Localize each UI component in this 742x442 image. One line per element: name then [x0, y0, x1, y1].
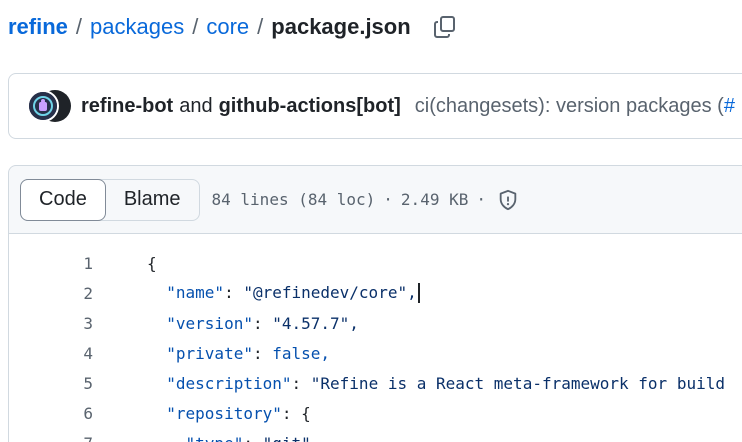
code-colon: :	[243, 434, 262, 442]
code-value: "Refine is a React meta-framework for bu…	[310, 373, 725, 393]
code-viewer[interactable]: 1 { 2 "name": "@refinedev/core", 3 "vers…	[8, 233, 742, 442]
avatar-refine-bot	[27, 90, 59, 122]
code-value: "4.57.7",	[272, 313, 359, 333]
shield-icon	[499, 189, 517, 210]
code-line: 6 "repository": {	[9, 398, 742, 428]
refine-bot-avatar-icon	[29, 92, 57, 120]
line-number[interactable]: 6	[9, 404, 93, 423]
breadcrumb-separator: /	[192, 14, 199, 39]
breadcrumb-packages-link[interactable]: packages	[90, 14, 184, 40]
code-line: 3 "version": "4.57.7",	[9, 308, 742, 338]
line-number[interactable]: 5	[9, 374, 93, 393]
breadcrumb-separator: /	[75, 14, 83, 39]
code-value: "@refinedev/core",	[243, 282, 417, 302]
breadcrumb-repo-link[interactable]: refine	[8, 14, 68, 40]
code-key: "version"	[166, 313, 253, 333]
security-button[interactable]	[496, 188, 520, 212]
code-line: 5 "description": "Refine is a React meta…	[9, 368, 742, 398]
meta-separator: ·	[476, 190, 486, 209]
commit-author-github-actions[interactable]: github-actions[bot]	[219, 95, 401, 118]
code-content: "type": "git",	[147, 434, 321, 442]
file-meta: 84 lines (84 loc) · 2.49 KB ·	[212, 188, 520, 212]
file-header: Code Blame 84 lines (84 loc) · 2.49 KB ·	[8, 165, 742, 233]
line-number[interactable]: 7	[9, 434, 93, 442]
code-value: false,	[272, 343, 331, 363]
meta-separator: ·	[383, 190, 393, 209]
code-content: "private": false,	[147, 344, 330, 363]
line-number[interactable]: 3	[9, 314, 93, 333]
tab-code[interactable]: Code	[20, 178, 106, 221]
breadcrumb: refine / packages / core / package.json	[8, 10, 459, 44]
code-content: "repository": {	[147, 404, 311, 423]
code-content: "description": "Refine is a React meta-f…	[147, 374, 725, 393]
code-line: 7 "type": "git",	[9, 428, 742, 442]
code-key: "private"	[166, 343, 253, 363]
file-lines-info: 84 lines (84 loc)	[211, 190, 376, 209]
code-colon: :	[291, 373, 311, 393]
line-number[interactable]: 4	[9, 344, 93, 363]
code-value: "git",	[263, 434, 321, 442]
line-number[interactable]: 2	[9, 284, 93, 303]
copy-icon	[433, 16, 455, 38]
code-line: 4 "private": false,	[9, 338, 742, 368]
page: refine / packages / core / package.json	[0, 0, 742, 442]
code-line: 2 "name": "@refinedev/core",	[9, 278, 742, 308]
code-punct: {	[147, 253, 157, 273]
commit-message[interactable]: ci(changesets): version packages (#	[415, 95, 735, 118]
code-colon: :	[252, 313, 273, 333]
file-size: 2.49 KB	[400, 190, 469, 209]
code-punct: {	[301, 403, 311, 423]
commit-author-refine-bot[interactable]: refine-bot	[81, 95, 173, 118]
code-key: "name"	[166, 282, 225, 302]
latest-commit-box: refine-bot and github-actions[bot] ci(ch…	[8, 73, 742, 139]
breadcrumb-core-link[interactable]: core	[206, 14, 249, 40]
breadcrumb-separator: /	[257, 14, 264, 39]
commit-avatars[interactable]	[27, 90, 71, 122]
commit-pr-link[interactable]: #	[724, 95, 735, 117]
code-key: "description"	[166, 373, 292, 393]
commit-message-text: ci(changesets): version packages (	[414, 94, 724, 117]
code-content: {	[147, 254, 157, 273]
commit-author-conjunction: and	[179, 94, 213, 117]
tab-blame[interactable]: Blame	[106, 180, 199, 220]
code-key: "repository"	[166, 403, 282, 423]
code-line: 1 {	[9, 248, 742, 278]
code-colon: :	[252, 343, 273, 363]
code-colon: :	[281, 403, 302, 423]
code-content: "name": "@refinedev/core",	[147, 283, 420, 304]
view-toggle: Code Blame	[20, 178, 200, 221]
breadcrumb-current-file: package.json	[271, 14, 411, 39]
copy-path-button[interactable]	[431, 13, 459, 41]
code-key: "type"	[186, 434, 244, 442]
code-colon: :	[224, 282, 244, 302]
text-cursor	[417, 283, 420, 304]
code-content: "version": "4.57.7",	[147, 314, 359, 333]
line-number[interactable]: 1	[9, 254, 93, 273]
